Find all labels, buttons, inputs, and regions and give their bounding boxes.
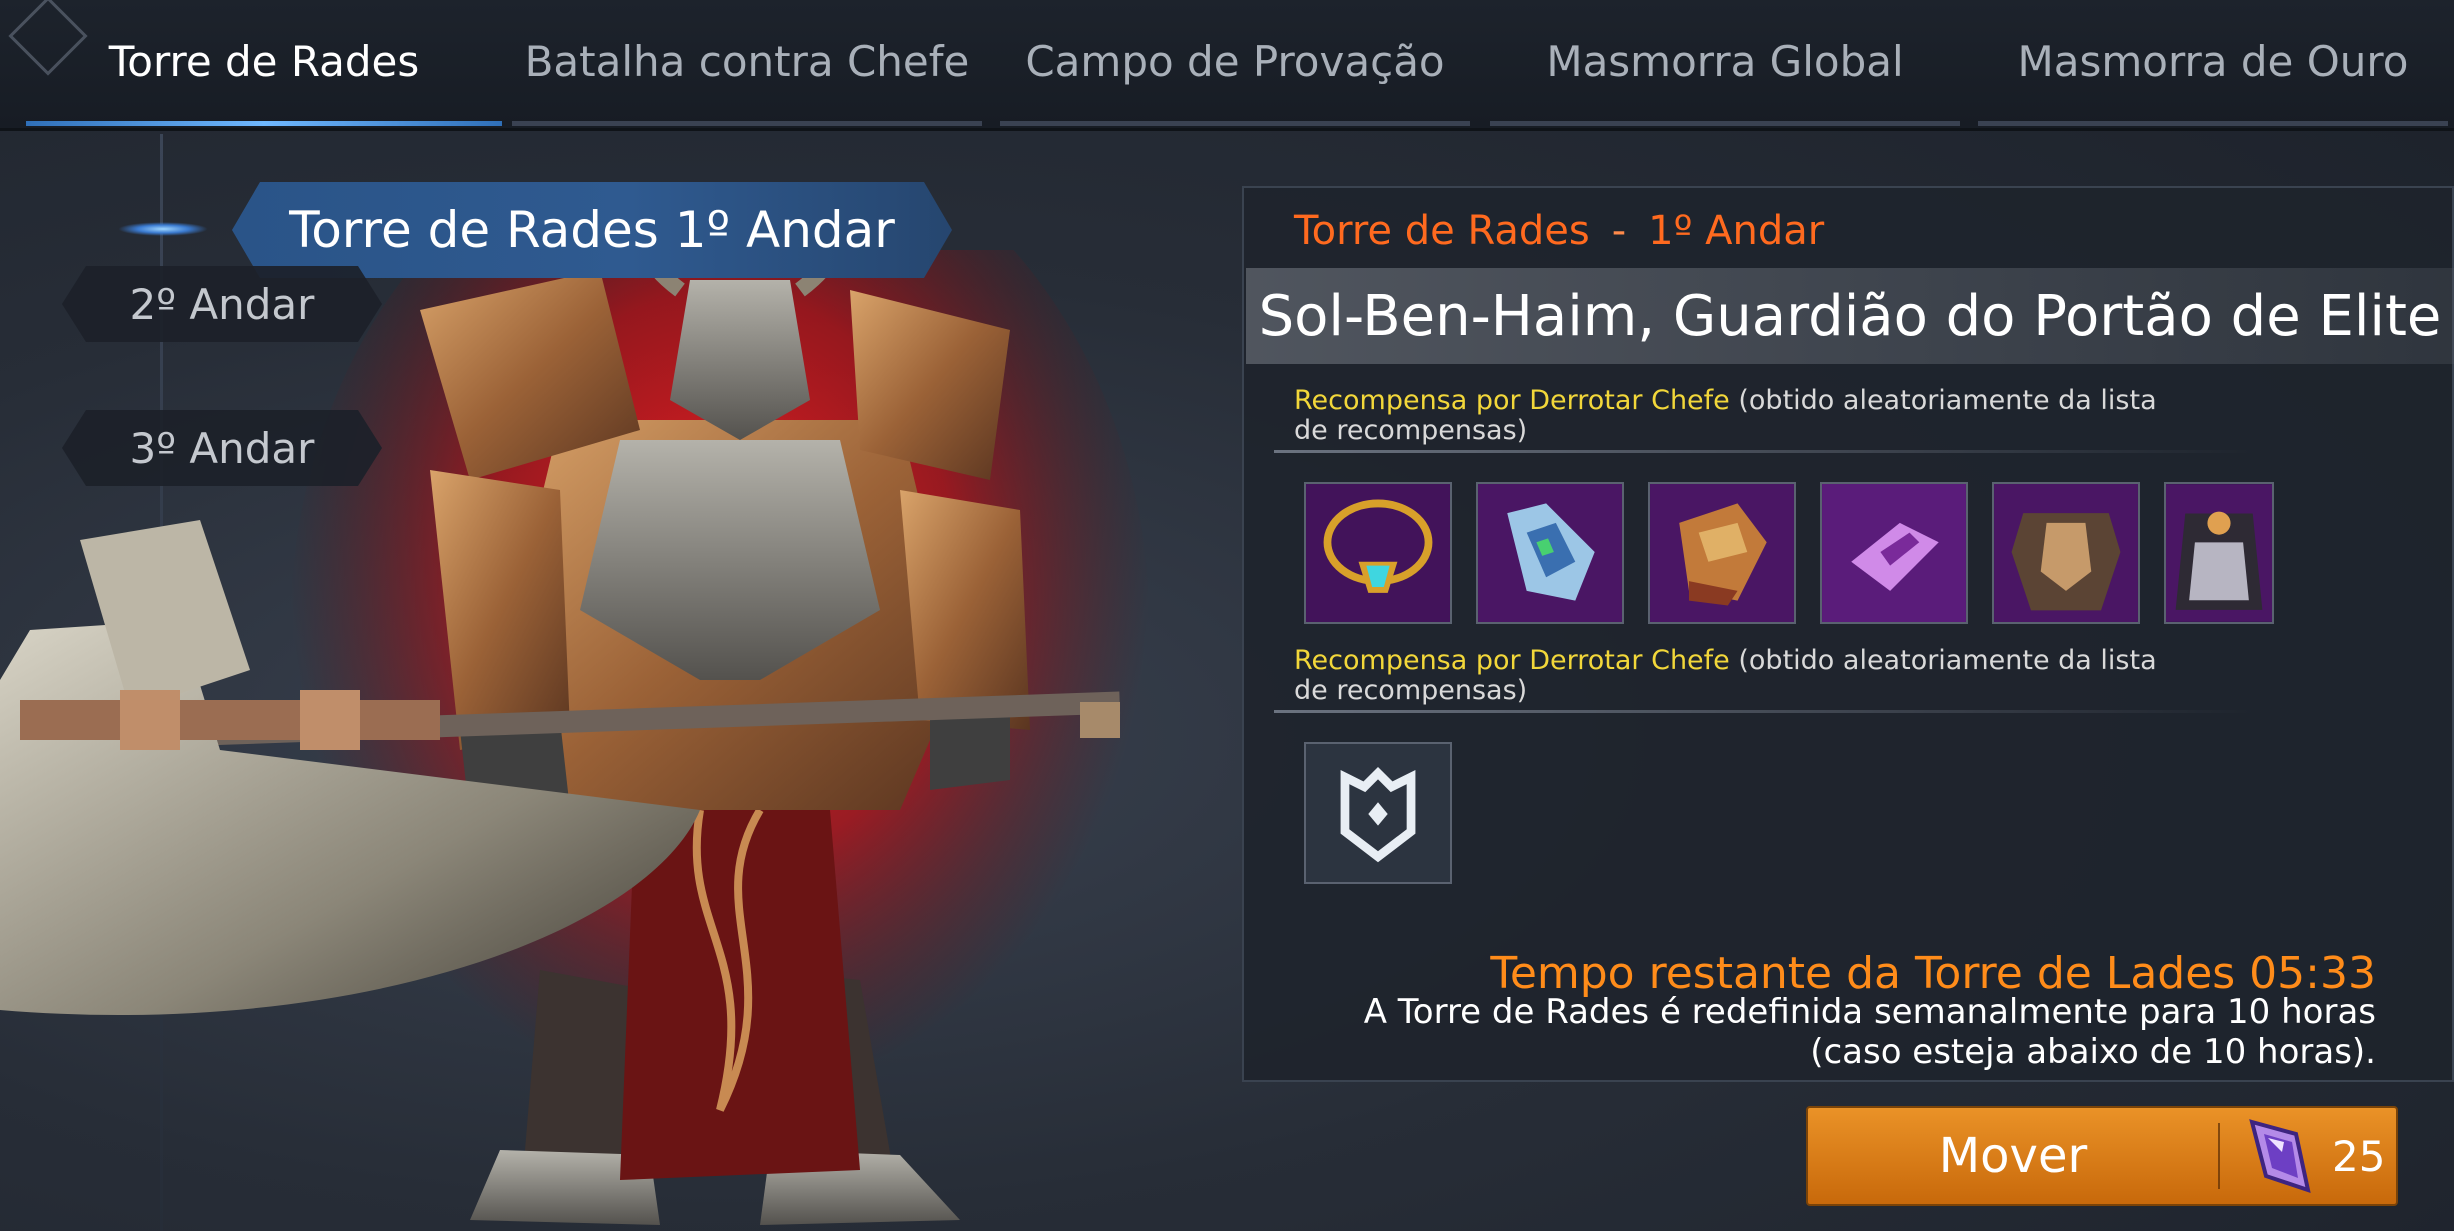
reward-divider bbox=[1274, 710, 2254, 713]
glove-icon bbox=[1650, 484, 1794, 622]
bracer-icon bbox=[1822, 484, 1966, 622]
boss-illustration bbox=[0, 250, 1150, 1225]
reward-label-2: Recompensa por Derrotar Chefe (obtido al… bbox=[1294, 646, 2194, 706]
tab-masmorra-de-ouro[interactable]: Masmorra de Ouro bbox=[1978, 0, 2448, 126]
gauntlet-icon bbox=[1478, 484, 1622, 622]
floor-item-label: 2º Andar bbox=[129, 279, 315, 329]
tab-underline bbox=[26, 121, 502, 126]
floor-item-2[interactable]: 2º Andar bbox=[62, 266, 382, 342]
boss-name: Sol-Ben-Haim, Guardião do Portão de Elit… bbox=[1258, 283, 2442, 349]
reward-label-highlight: Recompensa por Derrotar Chefe bbox=[1294, 385, 1730, 416]
tab-label: Batalha contra Chefe bbox=[524, 36, 970, 86]
necklace-icon bbox=[1306, 484, 1450, 622]
reset-note: A Torre de Rades é redefinida semanalmen… bbox=[1363, 992, 2376, 1072]
tab-underline bbox=[512, 121, 982, 126]
move-separator bbox=[2218, 1123, 2220, 1189]
reward-slot[interactable] bbox=[1304, 482, 1452, 624]
tower-name: Torre de Rades bbox=[1294, 208, 1590, 254]
floor-item-3[interactable]: 3º Andar bbox=[62, 410, 382, 486]
tab-label: Torre de Rades bbox=[108, 36, 420, 86]
reward-slot[interactable] bbox=[1992, 482, 2140, 624]
emblem-icon bbox=[1306, 744, 1450, 882]
crystal-icon bbox=[2249, 1119, 2311, 1194]
tab-underline bbox=[1978, 121, 2448, 126]
boss-name-bar: Sol-Ben-Haim, Guardião do Portão de Elit… bbox=[1246, 268, 2454, 364]
title-separator: - bbox=[1611, 208, 1627, 254]
cloak-icon bbox=[2166, 484, 2272, 622]
tab-label: Campo de Provação bbox=[1025, 36, 1445, 86]
floor-current[interactable]: Torre de Rades 1º Andar bbox=[232, 182, 952, 278]
reward-divider bbox=[1274, 450, 2254, 453]
boss-info-panel: Torre de Rades -1º Andar Sol-Ben-Haim, Gu… bbox=[1242, 186, 2454, 1082]
timeline-marker-glow bbox=[118, 222, 208, 236]
tab-underline bbox=[1490, 121, 1960, 126]
tab-torre-de-rades[interactable]: Torre de Rades bbox=[26, 0, 502, 126]
move-cost: 25 bbox=[2332, 1131, 2386, 1181]
reward-label-1: Recompensa por Derrotar Chefe (obtido al… bbox=[1294, 386, 2194, 446]
floor-name: 1º Andar bbox=[1648, 208, 1825, 254]
panel-subtitle: Torre de Rades -1º Andar bbox=[1294, 208, 1824, 254]
armor-icon bbox=[1994, 484, 2138, 622]
tab-bar: Torre de Rades Batalha contra Chefe Camp… bbox=[0, 0, 2454, 131]
tab-campo-de-provacao[interactable]: Campo de Provação bbox=[1000, 0, 1470, 126]
reward-slot[interactable] bbox=[1648, 482, 1796, 624]
tab-label: Masmorra de Ouro bbox=[2017, 36, 2409, 86]
move-label: Mover bbox=[1938, 1128, 2088, 1184]
floor-item-label: 3º Andar bbox=[129, 423, 315, 473]
tab-underline bbox=[1000, 121, 1470, 126]
tab-label: Masmorra Global bbox=[1546, 36, 1904, 86]
move-button[interactable]: Mover 25 bbox=[1806, 1106, 2398, 1206]
reward-label-highlight: Recompensa por Derrotar Chefe bbox=[1294, 645, 1730, 676]
floor-current-label: Torre de Rades 1º Andar bbox=[289, 201, 895, 259]
reward-slot[interactable] bbox=[1820, 482, 1968, 624]
tab-batalha-contra-chefe[interactable]: Batalha contra Chefe bbox=[512, 0, 982, 126]
tab-masmorra-global[interactable]: Masmorra Global bbox=[1490, 0, 1960, 126]
reward-slot[interactable] bbox=[1476, 482, 1624, 624]
reward-slot[interactable] bbox=[2164, 482, 2274, 624]
reward-slot[interactable] bbox=[1304, 742, 1452, 884]
